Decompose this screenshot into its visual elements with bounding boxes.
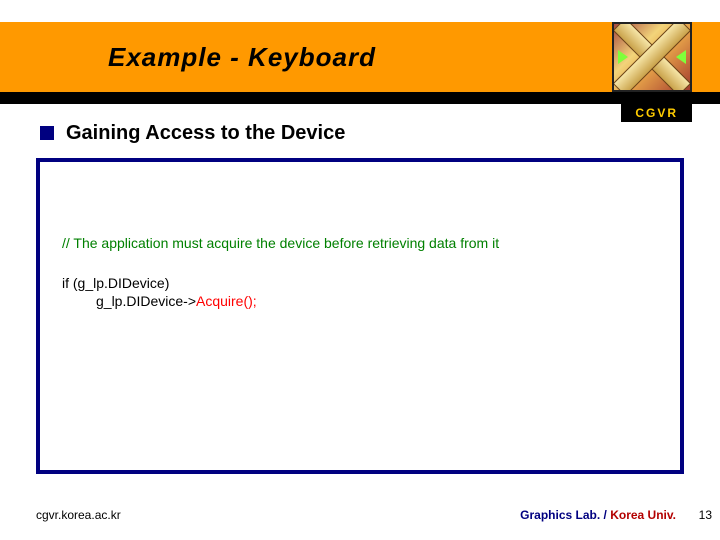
arrow-left-icon — [618, 50, 628, 64]
footer-univ: Korea Univ. — [610, 508, 676, 522]
code-call-method: Acquire(); — [196, 293, 257, 309]
content-heading: Gaining Access to the Device — [66, 122, 345, 145]
header-underline — [0, 92, 720, 104]
footer-separator: / — [600, 508, 610, 522]
footer-attribution: Graphics Lab. / Korea Univ. — [520, 508, 676, 522]
content-area: Gaining Access to the Device — [40, 122, 680, 153]
cgvr-tag: CGVR — [621, 104, 692, 122]
arrow-right-icon — [676, 50, 686, 64]
code-frame: // The application must acquire the devi… — [36, 158, 684, 474]
footer-lab: Graphics Lab. — [520, 508, 600, 522]
code-comment: // The application must acquire the devi… — [62, 234, 658, 252]
code-line-if: if (g_lp.DIDevice) — [62, 274, 658, 292]
heading-row: Gaining Access to the Device — [40, 122, 680, 145]
slide-title: Example - Keyboard — [108, 22, 376, 92]
page-number: 13 — [699, 508, 712, 522]
footer-url: cgvr.korea.ac.kr — [36, 508, 121, 522]
cgvr-logo — [612, 22, 692, 92]
code-call-prefix: g_lp.DIDevice-> — [96, 293, 196, 309]
bullet-square-icon — [40, 126, 54, 140]
code-line-call: g_lp.DIDevice->Acquire(); — [62, 292, 658, 310]
